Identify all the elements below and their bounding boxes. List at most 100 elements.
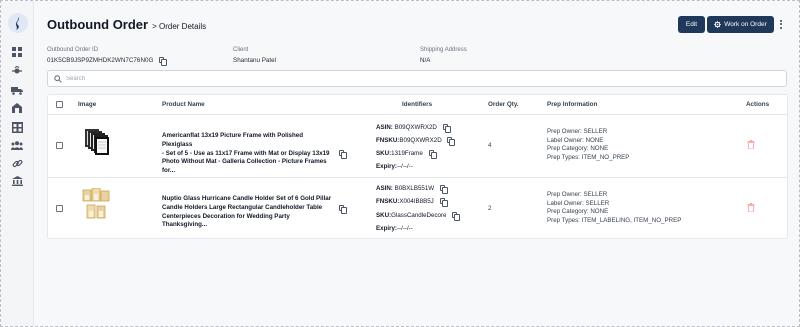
expiry-identifier: Expiry:--/--/-- <box>376 163 413 170</box>
prep-types: Prep Types: ITEM_LABELING, ITEM_NO_PREP <box>547 216 682 224</box>
sku-identifier: SKU:1319Frame <box>376 150 437 160</box>
fnsku-value: B09QXWRX2D <box>399 137 442 144</box>
label-owner: Label Owner: NONE <box>547 136 604 144</box>
order-qty: 2 <box>488 205 492 212</box>
link-icon[interactable] <box>10 157 24 169</box>
order-id-value: 01K5CB9JSP9ZMHDK2WN7C76N0G <box>47 57 168 67</box>
page-header: Outbound Order > Order Details <box>47 17 206 32</box>
copy-icon[interactable] <box>428 150 437 160</box>
prep-category: Prep Category: NONE <box>547 208 609 215</box>
page-title: Outbound Order <box>47 17 149 32</box>
fnsku-identifier: FNSKU:B09QXWRX2D <box>376 137 456 147</box>
asin-label: ASIN: <box>376 185 393 192</box>
copy-icon[interactable] <box>452 212 461 222</box>
select-all-checkbox[interactable] <box>56 101 63 108</box>
order-items-table: Image Product Name Identifiers Order Qty… <box>47 94 788 239</box>
product-name-line: Nuptio Glass Hurricane Candle Holder Set… <box>162 195 332 202</box>
order-id-text: 01K5CB9JSP9ZMHDK2WN7C76N0G <box>47 57 154 64</box>
inventory-icon[interactable] <box>10 102 24 114</box>
copy-icon[interactable] <box>439 185 448 195</box>
expiry-label: Expiry: <box>376 163 397 170</box>
asin-identifier: ASIN: B0BXLB551W <box>376 185 448 195</box>
fnsku-identifier: FNSKU:X004IB8B5J <box>376 198 448 208</box>
asin-value: B09QXWRX2D <box>394 124 437 131</box>
sku-value: GlassCandleDecore <box>391 212 447 219</box>
fnsku-label: FNSKU: <box>376 198 400 205</box>
copy-icon[interactable] <box>442 124 451 134</box>
order-qty: 4 <box>488 142 492 149</box>
prep-information: Prep Owner: SELLER Label Owner: SELLER P… <box>547 191 681 225</box>
prep-owner: Prep Owner: SELLER <box>547 128 608 135</box>
column-header-actions: Actions <box>746 101 770 108</box>
column-header-identifiers: Identifiers <box>402 101 433 108</box>
column-header-image: Image <box>78 101 97 108</box>
prep-owner: Prep Owner: SELLER <box>547 191 608 198</box>
product-name[interactable]: Nuptio Glass Hurricane Candle Holder Set… <box>162 195 334 230</box>
copy-icon[interactable] <box>439 198 448 208</box>
prep-category: Prep Category: NONE <box>547 145 609 152</box>
fnsku-label: FNSKU: <box>376 137 400 144</box>
copy-icon[interactable] <box>159 57 168 67</box>
sku-identifier: SKU:GlassCandleDecore <box>376 212 461 222</box>
work-on-order-button[interactable]: Work on Order <box>707 16 774 33</box>
search-input[interactable] <box>66 74 766 84</box>
expiry-identifier: Expiry:--/--/-- <box>376 225 413 232</box>
product-name-line: - Set of 5 - Use as 11x17 Frame with Mat… <box>162 149 330 157</box>
copy-icon[interactable] <box>447 137 456 147</box>
copy-icon[interactable] <box>339 205 347 214</box>
asin-value: B0BXLB551W <box>394 185 435 192</box>
more-options-icon[interactable] <box>777 17 785 31</box>
product-name-line: Photo Without Mat - Galleria Collection … <box>162 158 327 175</box>
column-header-prep-information: Prep Information <box>547 101 598 108</box>
product-name-line: Americanflat 13x19 Picture Frame with Po… <box>162 132 303 148</box>
shipping-address-label: Shipping Address <box>420 47 467 53</box>
label-owner: Label Owner: SELLER <box>547 199 610 207</box>
client-value: Shantanu Patel <box>233 57 277 64</box>
product-name-line: Candle Holders Large Rectangular Candleh… <box>162 203 323 211</box>
column-header-product-name: Product Name <box>162 101 205 108</box>
dashboard-icon[interactable] <box>10 46 24 58</box>
routing-icon[interactable] <box>10 65 24 77</box>
sidebar <box>1 1 34 326</box>
order-id-label: Outbound Order ID <box>47 47 99 53</box>
shipping-address-value: N/A <box>420 57 431 64</box>
asin-identifier: ASIN: B09QXWRX2D <box>376 124 451 134</box>
fnsku-value: X004IB8B5J <box>399 198 434 205</box>
breadcrumb: > Order Details <box>152 22 207 31</box>
main-content: Outbound Order > Order Details Edit Work… <box>34 1 799 326</box>
search-icon <box>54 75 62 83</box>
product-name-line: Centerpieces Decoration for Wedding Part… <box>162 212 290 229</box>
asin-label: ASIN: <box>376 124 393 131</box>
prep-types: Prep Types: ITEM_NO_PREP <box>547 153 630 161</box>
prep-information: Prep Owner: SELLER Label Owner: NONE Pre… <box>547 128 629 162</box>
expiry-value: --/--/-- <box>396 225 413 232</box>
row-divider <box>48 177 787 178</box>
search-bar[interactable] <box>47 70 787 87</box>
app-logo[interactable] <box>8 13 28 33</box>
header-divider <box>48 114 787 115</box>
trash-icon[interactable] <box>747 203 755 212</box>
edit-button[interactable]: Edit <box>678 16 705 33</box>
truck-icon[interactable] <box>10 84 24 96</box>
bank-icon[interactable] <box>10 175 24 187</box>
logo-icon <box>16 16 19 30</box>
copy-icon[interactable] <box>339 150 347 159</box>
gear-icon <box>714 21 722 28</box>
sku-value: 1319Frame <box>391 150 423 157</box>
product-name[interactable]: Americanflat 13x19 Picture Frame with Po… <box>162 132 334 176</box>
row-checkbox[interactable] <box>56 142 63 149</box>
users-icon[interactable] <box>10 139 24 151</box>
expiry-value: --/--/-- <box>396 163 413 170</box>
row-checkbox[interactable] <box>56 205 63 212</box>
edit-button-label: Edit <box>685 21 698 28</box>
expiry-label: Expiry: <box>376 225 397 232</box>
trash-icon[interactable] <box>747 140 755 149</box>
product-thumbnail <box>82 188 110 219</box>
sku-label: SKU: <box>376 212 392 219</box>
work-on-order-label: Work on Order <box>724 21 767 28</box>
warehouse-icon[interactable] <box>10 121 24 133</box>
column-header-order-qty: Order Qty. <box>488 101 519 108</box>
sku-label: SKU: <box>376 150 392 157</box>
product-thumbnail <box>85 129 109 155</box>
client-label: Client <box>233 47 249 53</box>
